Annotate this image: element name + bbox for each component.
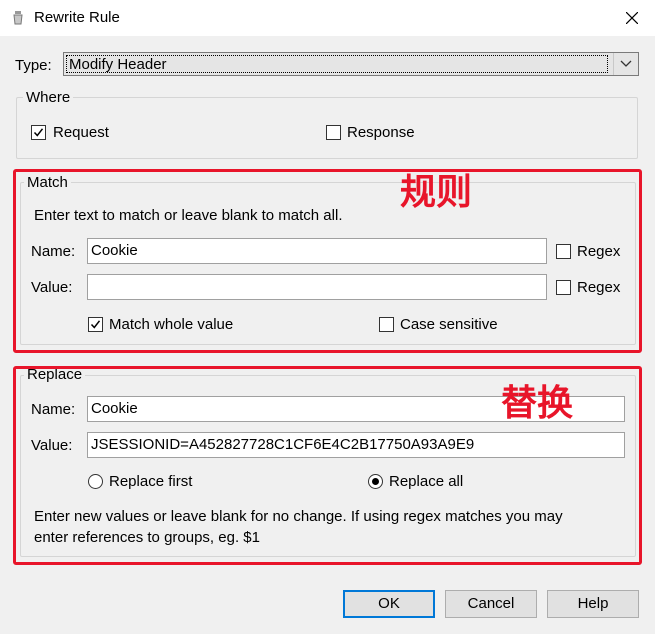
request-checkbox[interactable] xyxy=(31,125,46,140)
replace-annotation: 替换 xyxy=(501,383,574,424)
window-title: Rewrite Rule xyxy=(34,9,120,26)
ok-button[interactable]: OK xyxy=(343,590,435,618)
close-button[interactable] xyxy=(609,0,655,36)
type-select[interactable]: Modify Header xyxy=(63,52,639,76)
checkmark-icon xyxy=(33,128,44,137)
request-label: Request xyxy=(53,124,109,141)
close-icon xyxy=(626,12,638,24)
title-bar: Rewrite Rule xyxy=(0,0,655,36)
match-highlight-box xyxy=(13,169,642,353)
chevron-down-icon[interactable] xyxy=(613,53,638,75)
help-button[interactable]: Help xyxy=(547,590,639,618)
response-checkbox[interactable] xyxy=(326,125,341,140)
type-select-value: Modify Header xyxy=(66,55,608,73)
response-label: Response xyxy=(347,124,415,141)
where-legend: Where xyxy=(23,89,74,107)
match-annotation: 规则 xyxy=(400,172,473,213)
type-label: Type: xyxy=(15,57,52,74)
cancel-button[interactable]: Cancel xyxy=(445,590,537,618)
app-icon xyxy=(13,11,23,25)
